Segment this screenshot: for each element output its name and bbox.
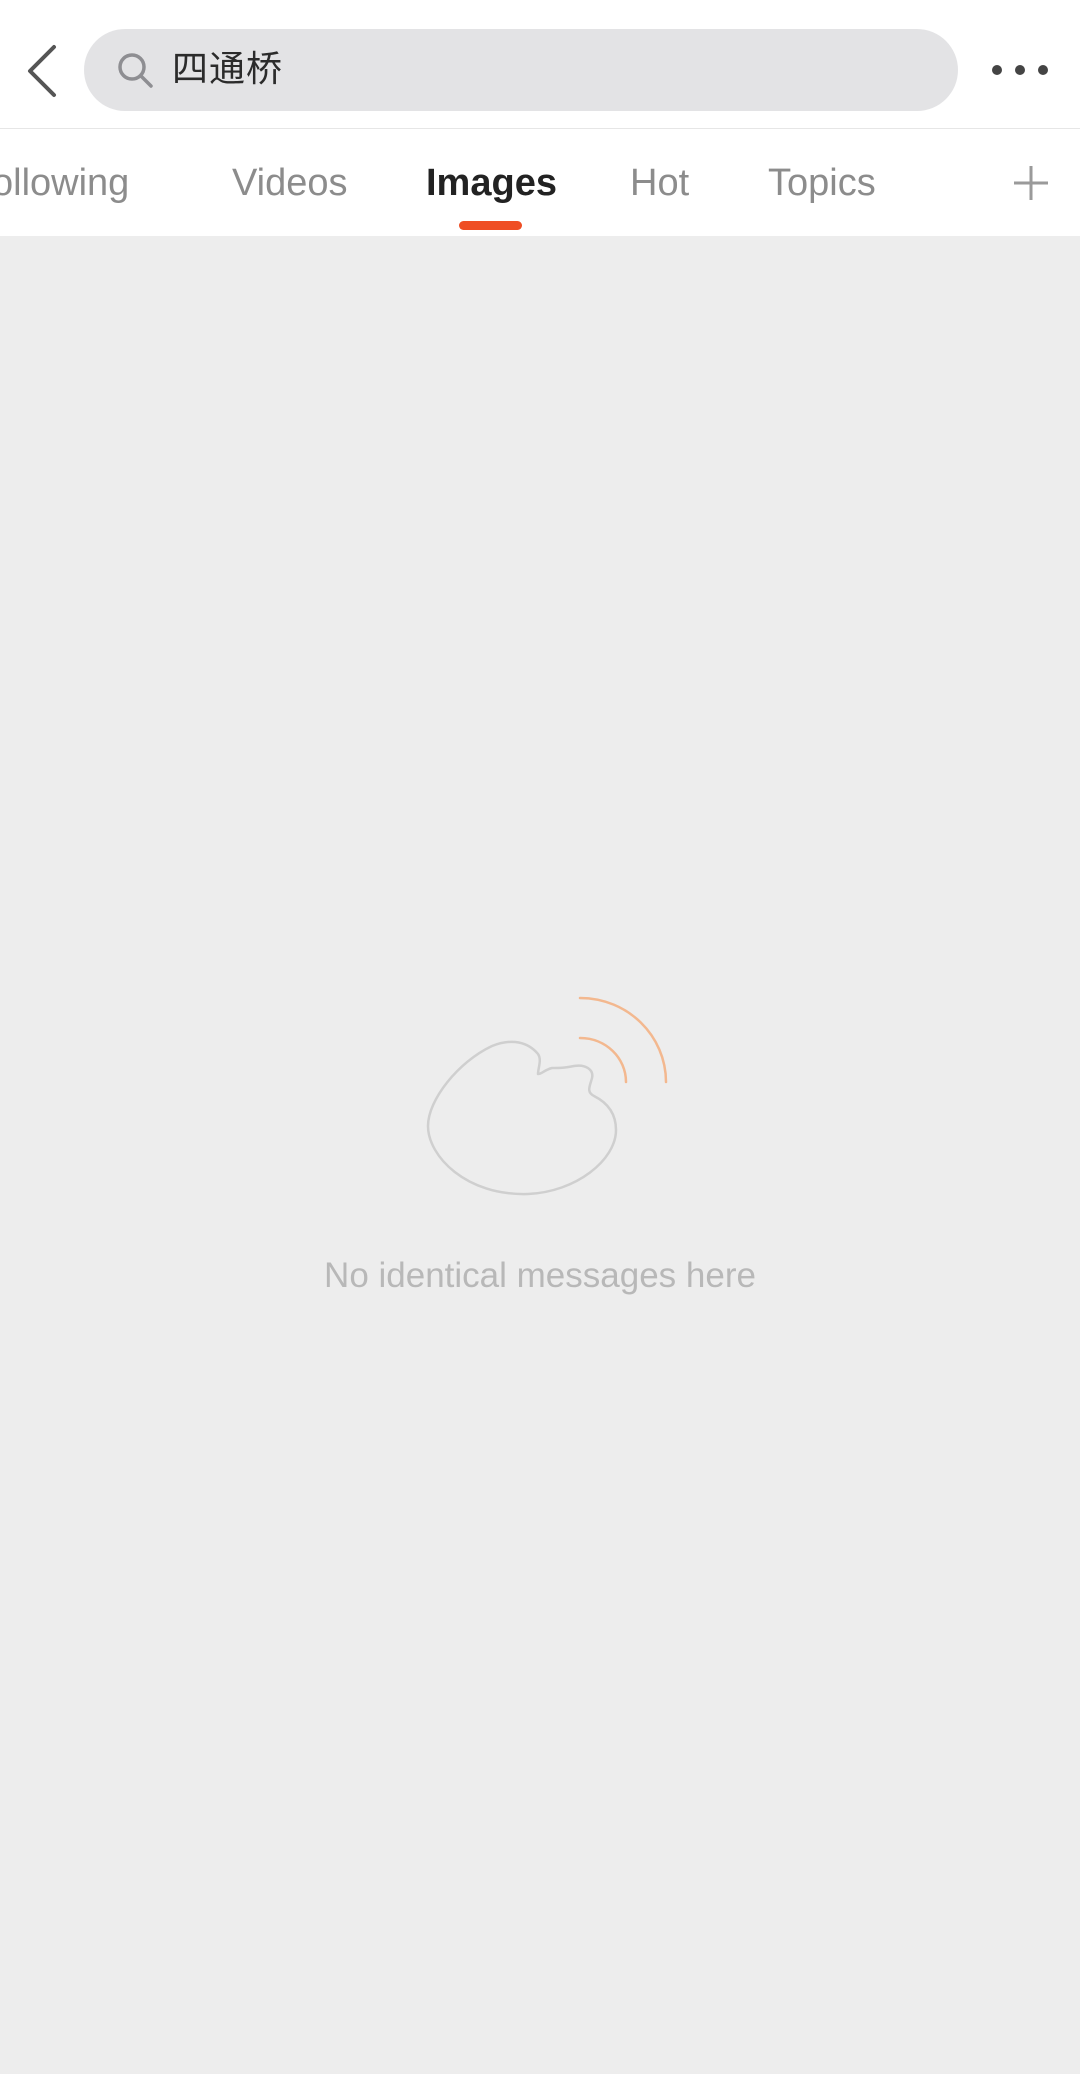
add-tab-button[interactable] bbox=[1002, 151, 1060, 215]
empty-state-message: No identical messages here bbox=[324, 1256, 756, 1295]
search-input[interactable]: 四通桥 bbox=[84, 29, 958, 111]
active-tab-indicator bbox=[459, 221, 522, 230]
search-icon bbox=[118, 53, 153, 88]
back-chevron-icon bbox=[28, 45, 56, 97]
back-button[interactable] bbox=[14, 34, 70, 108]
tab-following-label: ollowing bbox=[0, 162, 130, 204]
top-bar: 四通桥 bbox=[0, 0, 1080, 129]
plus-icon bbox=[1014, 166, 1048, 200]
tab-bar: ollowing Videos Images Hot Topics bbox=[0, 129, 1080, 236]
tab-topics[interactable]: Topics bbox=[768, 129, 876, 236]
tab-videos[interactable]: Videos bbox=[232, 129, 348, 236]
more-dots-icon bbox=[992, 65, 1048, 75]
tab-hot[interactable]: Hot bbox=[630, 129, 689, 236]
tab-hot-label: Hot bbox=[630, 162, 690, 204]
tab-images[interactable]: Images bbox=[426, 129, 557, 236]
tab-videos-label: Videos bbox=[232, 162, 348, 204]
tab-images-label: Images bbox=[426, 162, 557, 204]
tab-topics-label: Topics bbox=[768, 162, 876, 204]
more-options-button[interactable] bbox=[980, 40, 1060, 100]
search-query-text: 四通桥 bbox=[172, 49, 284, 90]
weibo-eye-logo-icon bbox=[426, 996, 668, 1196]
tab-following[interactable]: ollowing bbox=[0, 129, 129, 236]
